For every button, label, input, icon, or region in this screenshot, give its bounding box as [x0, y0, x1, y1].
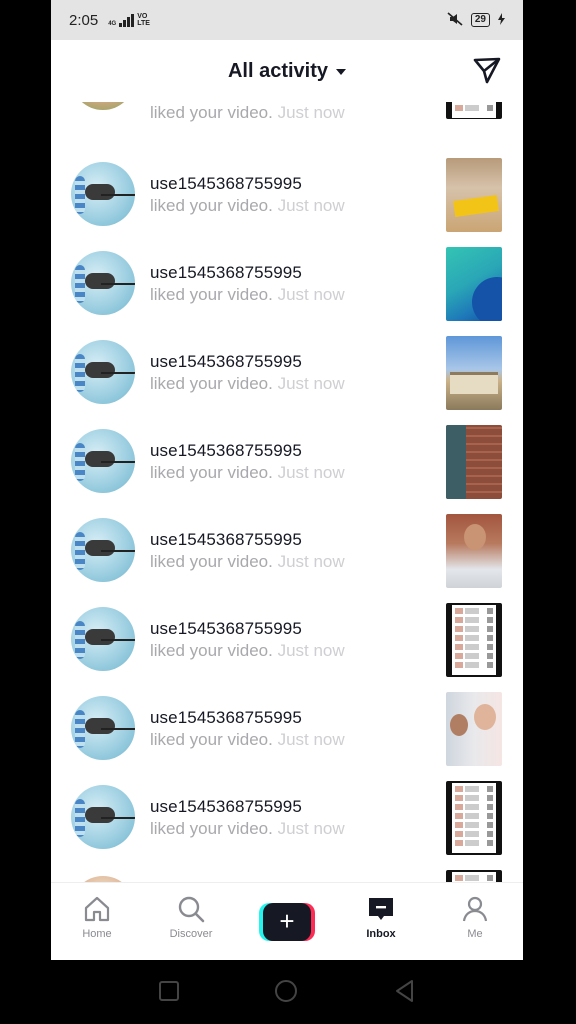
back-triangle-icon [396, 980, 413, 1002]
activity-text: liked your video. Just now [150, 641, 345, 660]
caret-down-icon [336, 69, 347, 75]
nav-me-label: Me [467, 928, 483, 940]
status-time: 2:05 [69, 11, 99, 29]
video-thumbnail[interactable] [446, 514, 502, 588]
video-thumbnail[interactable] [446, 336, 502, 410]
create-video-button[interactable]: + [259, 903, 315, 941]
username[interactable]: use1545368755995 [150, 530, 302, 550]
phone-frame: 2:05 4G VO LTE 29 All activity liked you… [0, 0, 576, 1024]
send-icon [473, 57, 501, 84]
circle-icon [275, 980, 297, 1002]
list-item[interactable]: use1545368755995 liked your video. Just … [51, 514, 523, 603]
avatar[interactable] [71, 251, 135, 315]
list-item[interactable]: use1545368755995 liked your video. Just … [51, 336, 523, 425]
username[interactable]: use1545368755995 [150, 174, 302, 194]
list-item[interactable]: use1545368755995 liked your video. Just … [51, 692, 523, 781]
home-icon [84, 896, 110, 922]
username[interactable]: use1545368755995 [150, 619, 302, 639]
mute-icon [447, 11, 463, 29]
avatar[interactable] [71, 162, 135, 226]
activity-header: All activity [51, 40, 523, 102]
list-item[interactable] [51, 870, 523, 882]
activity-filter-dropdown[interactable]: All activity [227, 59, 347, 83]
app-screen: 2:05 4G VO LTE 29 All activity liked you… [51, 0, 523, 960]
nav-me[interactable]: Me [435, 893, 515, 940]
avatar[interactable] [71, 696, 135, 760]
status-bar: 2:05 4G VO LTE 29 [51, 0, 523, 40]
plus-icon: + [263, 903, 311, 941]
nav-inbox-label: Inbox [366, 928, 396, 940]
signal-icon: 4G VO LTE [108, 13, 151, 27]
search-icon [178, 896, 205, 923]
activity-text: liked your video. Just now [150, 196, 345, 215]
list-item[interactable]: use1545368755995 liked your video. Just … [51, 158, 523, 247]
video-thumbnail[interactable] [446, 102, 502, 119]
profile-icon [462, 896, 488, 922]
status-left: 2:05 4G VO LTE [69, 12, 151, 29]
avatar[interactable] [71, 607, 135, 671]
recents-button[interactable] [156, 978, 182, 1004]
list-item[interactable]: use1545368755995 liked your video. Just … [51, 603, 523, 692]
username[interactable]: use1545368755995 [150, 352, 302, 372]
inbox-icon [369, 898, 393, 920]
back-button[interactable] [392, 978, 418, 1004]
username[interactable]: use1545368755995 [150, 708, 302, 728]
charging-icon [498, 12, 505, 28]
list-item[interactable]: use1545368755995 liked your video. Just … [51, 781, 523, 870]
activity-text: liked your video. Just now [150, 463, 345, 482]
avatar[interactable] [71, 340, 135, 404]
video-thumbnail[interactable] [446, 247, 502, 321]
status-right: 29 [447, 11, 505, 29]
username[interactable]: use1545368755995 [150, 441, 302, 461]
activity-text: liked your video. Just now [150, 374, 345, 393]
avatar[interactable] [71, 429, 135, 493]
username[interactable]: use1545368755995 [150, 263, 302, 283]
square-icon [159, 981, 179, 1001]
avatar[interactable] [71, 102, 135, 110]
video-thumbnail[interactable] [446, 692, 502, 766]
nav-home-label: Home [82, 928, 112, 940]
activity-text: liked your video. Just now [150, 819, 345, 838]
network-type: 4G [108, 21, 117, 27]
list-item[interactable]: liked your video. Just now [51, 102, 523, 135]
video-thumbnail[interactable] [446, 870, 502, 882]
battery-level: 29 [470, 13, 490, 27]
activity-text: liked your video. Just now [150, 285, 345, 304]
nav-home[interactable]: Home [57, 893, 137, 940]
activity-text: liked your video. Just now [150, 730, 345, 749]
nav-discover-label: Discover [169, 928, 213, 940]
nav-discover[interactable]: Discover [151, 893, 231, 940]
volte-label: VO LTE [137, 13, 150, 27]
video-thumbnail[interactable] [446, 425, 502, 499]
nav-inbox[interactable]: Inbox [341, 893, 421, 940]
page-title: All activity [227, 59, 329, 82]
video-thumbnail[interactable] [446, 158, 502, 232]
activity-list: liked your video. Just now use1545368755… [51, 102, 523, 882]
video-thumbnail[interactable] [446, 781, 502, 855]
list-item[interactable]: use1545368755995 liked your video. Just … [51, 247, 523, 336]
activity-text: liked your video. Just now [150, 103, 345, 122]
activity-text: liked your video. Just now [150, 552, 345, 571]
system-navigation-bar [0, 960, 576, 1024]
list-item[interactable]: use1545368755995 liked your video. Just … [51, 425, 523, 514]
bottom-navigation: Home Discover + Inbox Me [51, 882, 523, 960]
username[interactable]: use1545368755995 [150, 797, 302, 817]
home-system-button[interactable] [273, 978, 299, 1004]
video-thumbnail[interactable] [446, 603, 502, 677]
direct-message-button[interactable] [471, 54, 503, 86]
avatar[interactable] [71, 785, 135, 849]
avatar[interactable] [71, 518, 135, 582]
